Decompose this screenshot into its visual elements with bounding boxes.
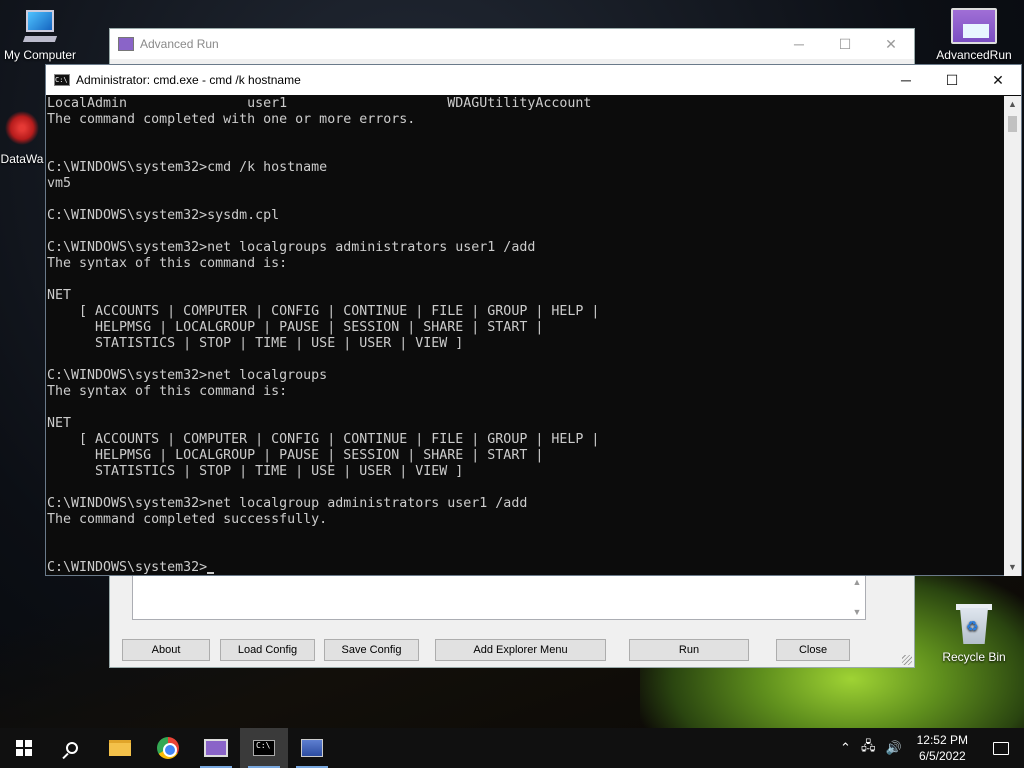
taskbar-network-app[interactable] bbox=[288, 728, 336, 768]
console-line: C:\WINDOWS\system32>net localgroup admin… bbox=[47, 496, 528, 511]
close-button[interactable]: Close bbox=[776, 639, 850, 661]
taskbar-chrome[interactable] bbox=[144, 728, 192, 768]
console-line: [ ACCOUNTS | COMPUTER | CONFIG | CONTINU… bbox=[47, 304, 600, 319]
desktop-icon-advancedrun[interactable]: AdvancedRun bbox=[934, 8, 1014, 62]
console-output[interactable]: LocalAdmin user1 WDAGUtilityAccount The c… bbox=[46, 96, 1006, 576]
resize-grip[interactable] bbox=[902, 655, 912, 665]
console-prompt: C:\WINDOWS\system32> bbox=[47, 560, 208, 575]
console-line: C:\WINDOWS\system32>net localgroups admi… bbox=[47, 240, 536, 255]
console-line: NET bbox=[47, 416, 72, 431]
windows-logo-icon bbox=[16, 740, 32, 756]
taskbar-cmd[interactable]: C:\ bbox=[240, 728, 288, 768]
console-line: The command completed with one or more e… bbox=[47, 112, 416, 127]
run-button[interactable]: Run bbox=[629, 639, 749, 661]
console-line: The syntax of this command is: bbox=[47, 256, 288, 271]
console-line: HELPMSG | LOCALGROUP | PAUSE | SESSION |… bbox=[47, 448, 544, 463]
close-window-button[interactable]: ✕ bbox=[975, 65, 1021, 95]
console-line: LocalAdmin user1 WDAGUtilityAccount bbox=[47, 96, 592, 111]
taskbar-file-explorer[interactable] bbox=[96, 728, 144, 768]
minimize-button[interactable]: ─ bbox=[883, 65, 929, 95]
desktop-icon-recycle-bin[interactable]: ♻ Recycle Bin bbox=[934, 602, 1014, 664]
scroll-up-icon[interactable]: ▲ bbox=[1004, 96, 1021, 113]
advanced-run-title: Advanced Run bbox=[140, 37, 219, 51]
text-cursor bbox=[207, 572, 215, 574]
volume-icon[interactable]: 🔊 bbox=[880, 740, 906, 756]
close-window-button[interactable]: ✕ bbox=[868, 29, 914, 59]
load-config-button[interactable]: Load Config bbox=[220, 639, 315, 661]
console-prompt-line[interactable]: C:\WINDOWS\system32> bbox=[47, 560, 1006, 576]
search-icon bbox=[66, 742, 78, 754]
console-line: NET bbox=[47, 288, 72, 303]
desktop-icon-label: Recycle Bin bbox=[942, 650, 1006, 664]
cmd-titlebar[interactable]: C:\ Administrator: cmd.exe - cmd /k host… bbox=[46, 65, 1021, 95]
advanced-run-text-area[interactable]: ▲ ▼ bbox=[132, 574, 866, 620]
console-line: The syntax of this command is: bbox=[47, 384, 288, 399]
scroll-down-icon[interactable]: ▼ bbox=[1004, 559, 1021, 576]
datawa-icon bbox=[2, 108, 42, 148]
chevron-up-icon[interactable]: ⌃ bbox=[835, 740, 856, 756]
console-line: [ ACCOUNTS | COMPUTER | CONFIG | CONTINU… bbox=[47, 432, 600, 447]
console-line: The command completed successfully. bbox=[47, 512, 328, 527]
computer-icon bbox=[20, 10, 60, 44]
console-line: C:\WINDOWS\system32>net localgroups bbox=[47, 368, 328, 383]
network-icon[interactable]: 🖧 bbox=[856, 737, 881, 759]
clock-time: 12:52 PM bbox=[916, 733, 968, 747]
console-line: C:\WINDOWS\system32>cmd /k hostname bbox=[47, 160, 328, 175]
advanced-run-titlebar[interactable]: Advanced Run ─ ☐ ✕ bbox=[110, 29, 914, 59]
system-tray: ⌃ 🖧 🔊 12:52 PM 6/5/2022 bbox=[835, 728, 1024, 768]
scroll-thumb[interactable] bbox=[1008, 116, 1017, 132]
network-app-icon bbox=[301, 739, 323, 757]
cmd-title: Administrator: cmd.exe - cmd /k hostname bbox=[76, 73, 301, 87]
save-config-button[interactable]: Save Config bbox=[324, 639, 419, 661]
desktop-icon-my-computer[interactable]: My Computer bbox=[0, 10, 80, 62]
advancedrun-icon bbox=[204, 739, 228, 757]
desktop-icon-label: My Computer bbox=[3, 48, 77, 62]
console-line: HELPMSG | LOCALGROUP | PAUSE | SESSION |… bbox=[47, 320, 544, 335]
console-scrollbar[interactable]: ▲ ▼ bbox=[1004, 96, 1021, 576]
console-line: C:\WINDOWS\system32>sysdm.cpl bbox=[47, 208, 280, 223]
taskbar-advanced-run[interactable] bbox=[192, 728, 240, 768]
cmd-window: C:\ Administrator: cmd.exe - cmd /k host… bbox=[45, 64, 1022, 576]
recycle-bin-icon: ♻ bbox=[956, 602, 992, 646]
search-button[interactable] bbox=[48, 728, 96, 768]
advanced-run-app-icon bbox=[118, 37, 134, 51]
cmd-icon: C:\ bbox=[253, 740, 275, 756]
taskbar: C:\ ⌃ 🖧 🔊 12:52 PM 6/5/2022 bbox=[0, 728, 1024, 768]
notification-icon bbox=[993, 741, 1009, 755]
add-explorer-menu-button[interactable]: Add Explorer Menu bbox=[435, 639, 606, 661]
chrome-icon bbox=[157, 737, 179, 759]
cmd-app-icon: C:\ bbox=[54, 74, 70, 86]
scroll-down-icon[interactable]: ▼ bbox=[853, 607, 862, 617]
minimize-button[interactable]: ─ bbox=[776, 29, 822, 59]
text-area-scrollbar[interactable]: ▲ ▼ bbox=[849, 575, 865, 619]
start-button[interactable] bbox=[0, 728, 48, 768]
notifications-button[interactable] bbox=[978, 741, 1024, 755]
console-line: STATISTICS | STOP | TIME | USE | USER | … bbox=[47, 464, 464, 479]
clock-date: 6/5/2022 bbox=[918, 749, 966, 763]
scroll-up-icon[interactable]: ▲ bbox=[853, 577, 862, 587]
folder-icon bbox=[109, 740, 131, 756]
console-line: vm5 bbox=[47, 176, 72, 191]
about-button[interactable]: About bbox=[122, 639, 210, 661]
clock[interactable]: 12:52 PM 6/5/2022 bbox=[907, 732, 978, 764]
console-line: STATISTICS | STOP | TIME | USE | USER | … bbox=[47, 336, 464, 351]
advancedrun-icon bbox=[951, 8, 997, 44]
maximize-button[interactable]: ☐ bbox=[822, 29, 868, 59]
maximize-button[interactable]: ☐ bbox=[929, 65, 975, 95]
desktop-icon-label: AdvancedRun bbox=[936, 48, 1012, 62]
